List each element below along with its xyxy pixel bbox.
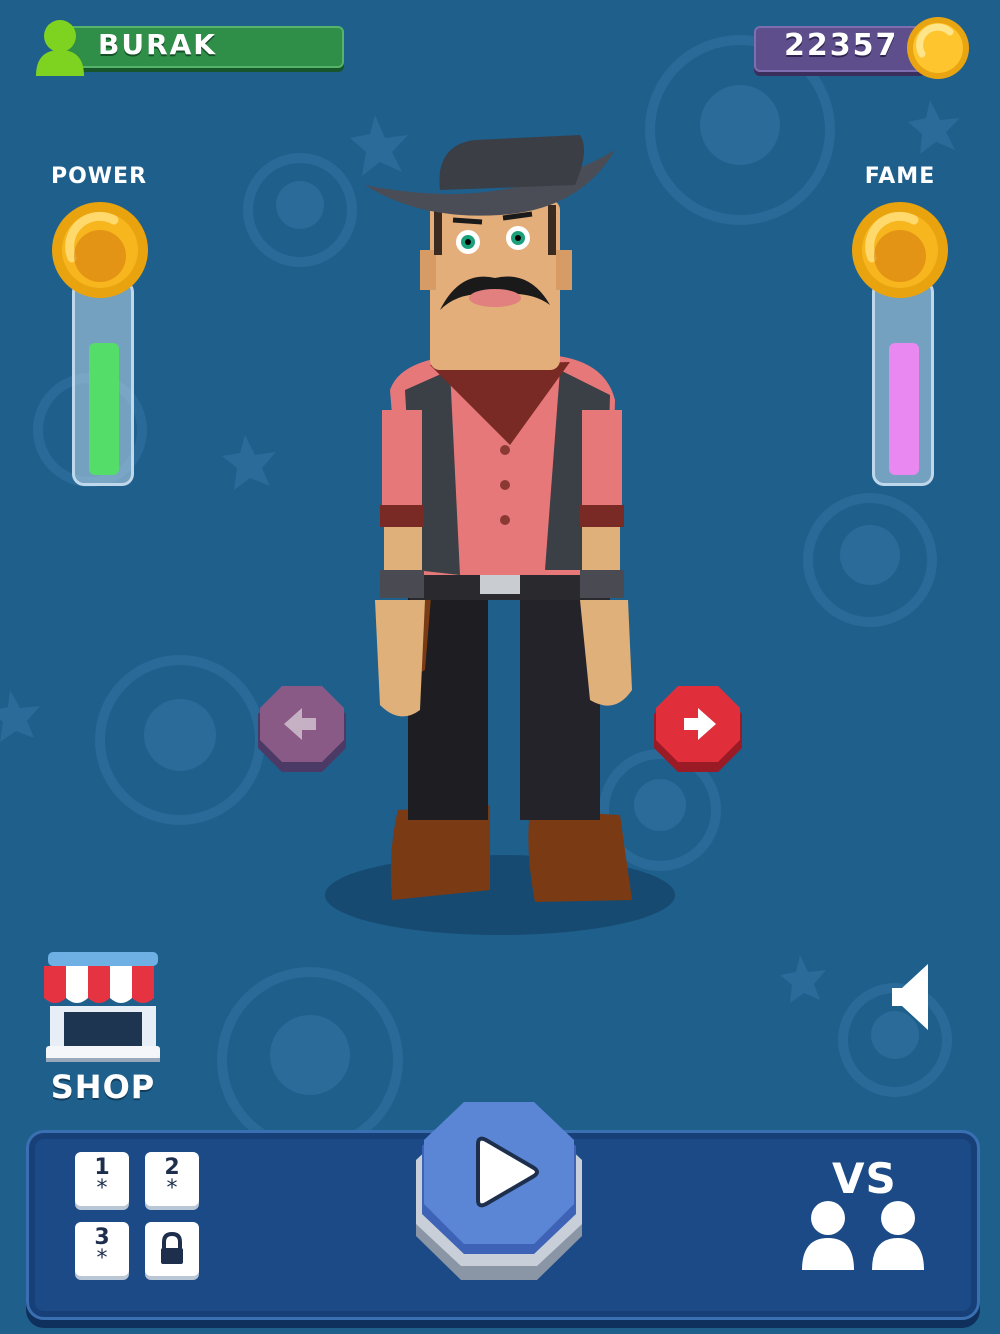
mode-locked-button[interactable] — [145, 1222, 199, 1276]
power-meter — [50, 200, 150, 486]
coin-counter: 22357 — [754, 17, 970, 79]
shop-label: SHOP — [50, 1068, 156, 1106]
speaker-icon[interactable] — [884, 962, 934, 1032]
coin-icon — [907, 17, 969, 79]
player-avatar-icon — [36, 20, 84, 76]
mode-2-button[interactable]: 2 * — [145, 1152, 199, 1206]
power-coin-icon — [52, 202, 148, 298]
coin-value: 22357 — [784, 28, 899, 63]
shop-storefront-icon — [44, 952, 160, 1062]
player-name-bar[interactable]: BURAK — [36, 20, 344, 76]
previous-character-button[interactable] — [252, 682, 352, 782]
mode-3-button[interactable]: 3 * — [75, 1222, 129, 1276]
fame-tube — [872, 280, 934, 486]
power-tube — [72, 280, 134, 486]
fame-fill — [889, 343, 919, 475]
power-label: POWER — [50, 164, 148, 189]
cowboy-character — [325, 135, 675, 935]
lock-icon — [161, 1231, 183, 1264]
fame-coin-icon — [852, 202, 948, 298]
two-players-icon — [802, 1201, 924, 1270]
mode-1-button[interactable]: 1 * — [75, 1152, 129, 1206]
mode-3-star: * — [96, 1246, 108, 1271]
mode-1-star: * — [96, 1176, 108, 1201]
versus-button[interactable]: VS — [796, 1150, 936, 1280]
next-character-button[interactable] — [648, 682, 748, 782]
fame-label: FAME — [864, 164, 936, 189]
power-fill — [89, 343, 119, 475]
shop-button[interactable]: SHOP — [38, 946, 168, 1116]
play-button[interactable] — [406, 1100, 592, 1290]
player-name: BURAK — [98, 28, 218, 61]
fame-meter — [850, 200, 950, 486]
mode-2-star: * — [166, 1176, 178, 1201]
